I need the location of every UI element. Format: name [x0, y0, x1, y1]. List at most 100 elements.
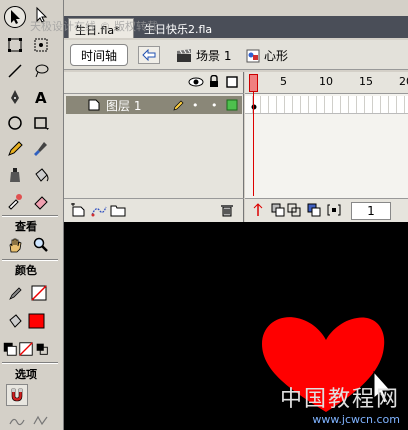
eyedropper-tool[interactable] [4, 190, 26, 212]
rectangle-tool[interactable] [30, 112, 52, 134]
current-frame-field[interactable]: 1 [351, 202, 391, 220]
breadcrumb-symbol[interactable]: 心形 [246, 47, 288, 64]
stage-canvas[interactable]: 中国教程网 www.jcwcn.com [64, 222, 408, 430]
fill-color-chip [28, 313, 45, 329]
layer-name: 图层 1 [106, 98, 142, 113]
paint-bucket-tool[interactable] [30, 164, 52, 186]
line-icon [8, 64, 22, 78]
frame-ruler[interactable]: 1 5 10 15 20 [245, 72, 408, 94]
hand-tool[interactable] [4, 234, 26, 256]
smooth-button[interactable] [6, 410, 28, 430]
snap-to-objects-button[interactable] [6, 384, 28, 406]
oval-icon [8, 116, 22, 130]
swap-colors-button[interactable] [34, 338, 50, 360]
pen-icon [11, 90, 19, 104]
ruler-tick-15: 15 [359, 75, 373, 88]
insert-layer-icon[interactable] [70, 203, 86, 217]
edit-multiple-frames-icon[interactable] [307, 203, 321, 217]
timeline-button[interactable]: 时间轴 [70, 44, 128, 66]
eraser-icon [34, 196, 48, 210]
stroke-color-pencil[interactable] [4, 282, 26, 304]
gradient-transform-icon [34, 38, 48, 52]
brush-tool[interactable] [30, 138, 52, 160]
breadcrumb-scene[interactable]: 场景 1 [176, 47, 231, 64]
pencil-edit-icon [172, 99, 184, 111]
trash-icon[interactable] [220, 203, 234, 217]
brush-icon [34, 142, 47, 156]
edit-bar: 时间轴 场景 1 心形 [64, 40, 408, 70]
add-motion-guide-icon[interactable] [90, 203, 108, 217]
scene-label: 场景 1 [196, 49, 232, 63]
arrow-icon [11, 10, 20, 24]
layer-footer [64, 198, 244, 222]
svg-text:A: A [35, 89, 47, 106]
watermark-url: www.jcwcn.com [312, 413, 400, 426]
straighten-button[interactable] [30, 410, 52, 430]
pen-tool[interactable] [4, 86, 26, 108]
visibility-dot[interactable]: • [192, 99, 199, 112]
frames-footer: 1 [245, 198, 408, 222]
layer-row[interactable]: 图层 1 • • [66, 96, 242, 114]
tools-divider [2, 362, 58, 364]
onion-outline-icon[interactable] [287, 203, 301, 217]
magnifier-icon [33, 237, 48, 252]
tools-panel: A 查看 颜色 选项 [0, 0, 64, 430]
symbol-label: 心形 [264, 49, 289, 63]
back-arrow-icon [142, 49, 156, 61]
text-tool[interactable]: A [30, 86, 52, 108]
layer-panel: 图层 1 • • [64, 72, 244, 222]
no-color-icon [31, 285, 47, 301]
frames-panel: 1 5 10 15 20 1 [245, 72, 408, 222]
clapper-icon [177, 48, 191, 62]
lasso-tool[interactable] [30, 60, 52, 82]
gradient-transform-tool[interactable] [30, 34, 52, 56]
keyframe-dot[interactable] [249, 96, 259, 114]
swap-icon [36, 343, 48, 355]
line-tool[interactable] [4, 60, 26, 82]
oval-tool[interactable] [4, 112, 26, 134]
center-frame-icon[interactable] [251, 203, 265, 217]
fill-color-swatch[interactable] [26, 310, 48, 332]
onion-skin-icon[interactable] [271, 203, 285, 217]
fill-color-bucket[interactable] [4, 310, 26, 332]
pencil-tool[interactable] [4, 138, 26, 160]
black-white-icon [3, 342, 17, 356]
site-watermark: 中国教程网 www.jcwcn.com [280, 381, 400, 426]
outline-icon[interactable] [226, 76, 238, 88]
fill-bucket-icon [9, 314, 22, 328]
pencil-small-icon [9, 287, 22, 300]
tools-divider [2, 259, 58, 261]
graphic-symbol-icon [246, 49, 260, 62]
black-white-button[interactable] [2, 338, 18, 360]
playhead-line [253, 92, 254, 196]
outline-color-box[interactable] [226, 99, 238, 111]
eyedropper-icon [8, 194, 22, 210]
layer-page-icon [88, 99, 100, 111]
magnet-icon [11, 388, 23, 402]
lock-dot[interactable]: • [211, 99, 218, 112]
ink-bottle-tool[interactable] [4, 164, 26, 186]
text-icon: A [35, 89, 47, 106]
flash-window: A 查看 颜色 选项 生日.fla* 生日快乐2.fla 天极设计在线 © 版权… [0, 0, 408, 430]
zoom-tool[interactable] [30, 234, 52, 256]
no-color-small-icon [19, 342, 33, 356]
color-section-label: 颜色 [15, 264, 37, 277]
frames-row[interactable] [245, 96, 408, 114]
options-section-label: 选项 [15, 368, 37, 381]
pencil-icon [8, 141, 23, 156]
eraser-tool[interactable] [30, 190, 52, 212]
stroke-color-swatch[interactable] [28, 282, 50, 304]
no-color-button[interactable] [18, 338, 34, 360]
insert-folder-icon[interactable] [110, 203, 126, 217]
smooth-icon [9, 418, 25, 426]
back-button[interactable] [138, 46, 160, 64]
free-transform-tool[interactable] [4, 34, 26, 56]
lock-icon[interactable] [209, 75, 219, 88]
playhead[interactable] [249, 74, 258, 92]
tools-divider [2, 215, 58, 217]
eye-icon[interactable] [188, 76, 204, 88]
modify-markers-icon[interactable] [327, 203, 341, 217]
selection-tool[interactable] [4, 6, 26, 28]
straighten-icon [33, 415, 48, 426]
rectangle-icon [34, 117, 49, 130]
